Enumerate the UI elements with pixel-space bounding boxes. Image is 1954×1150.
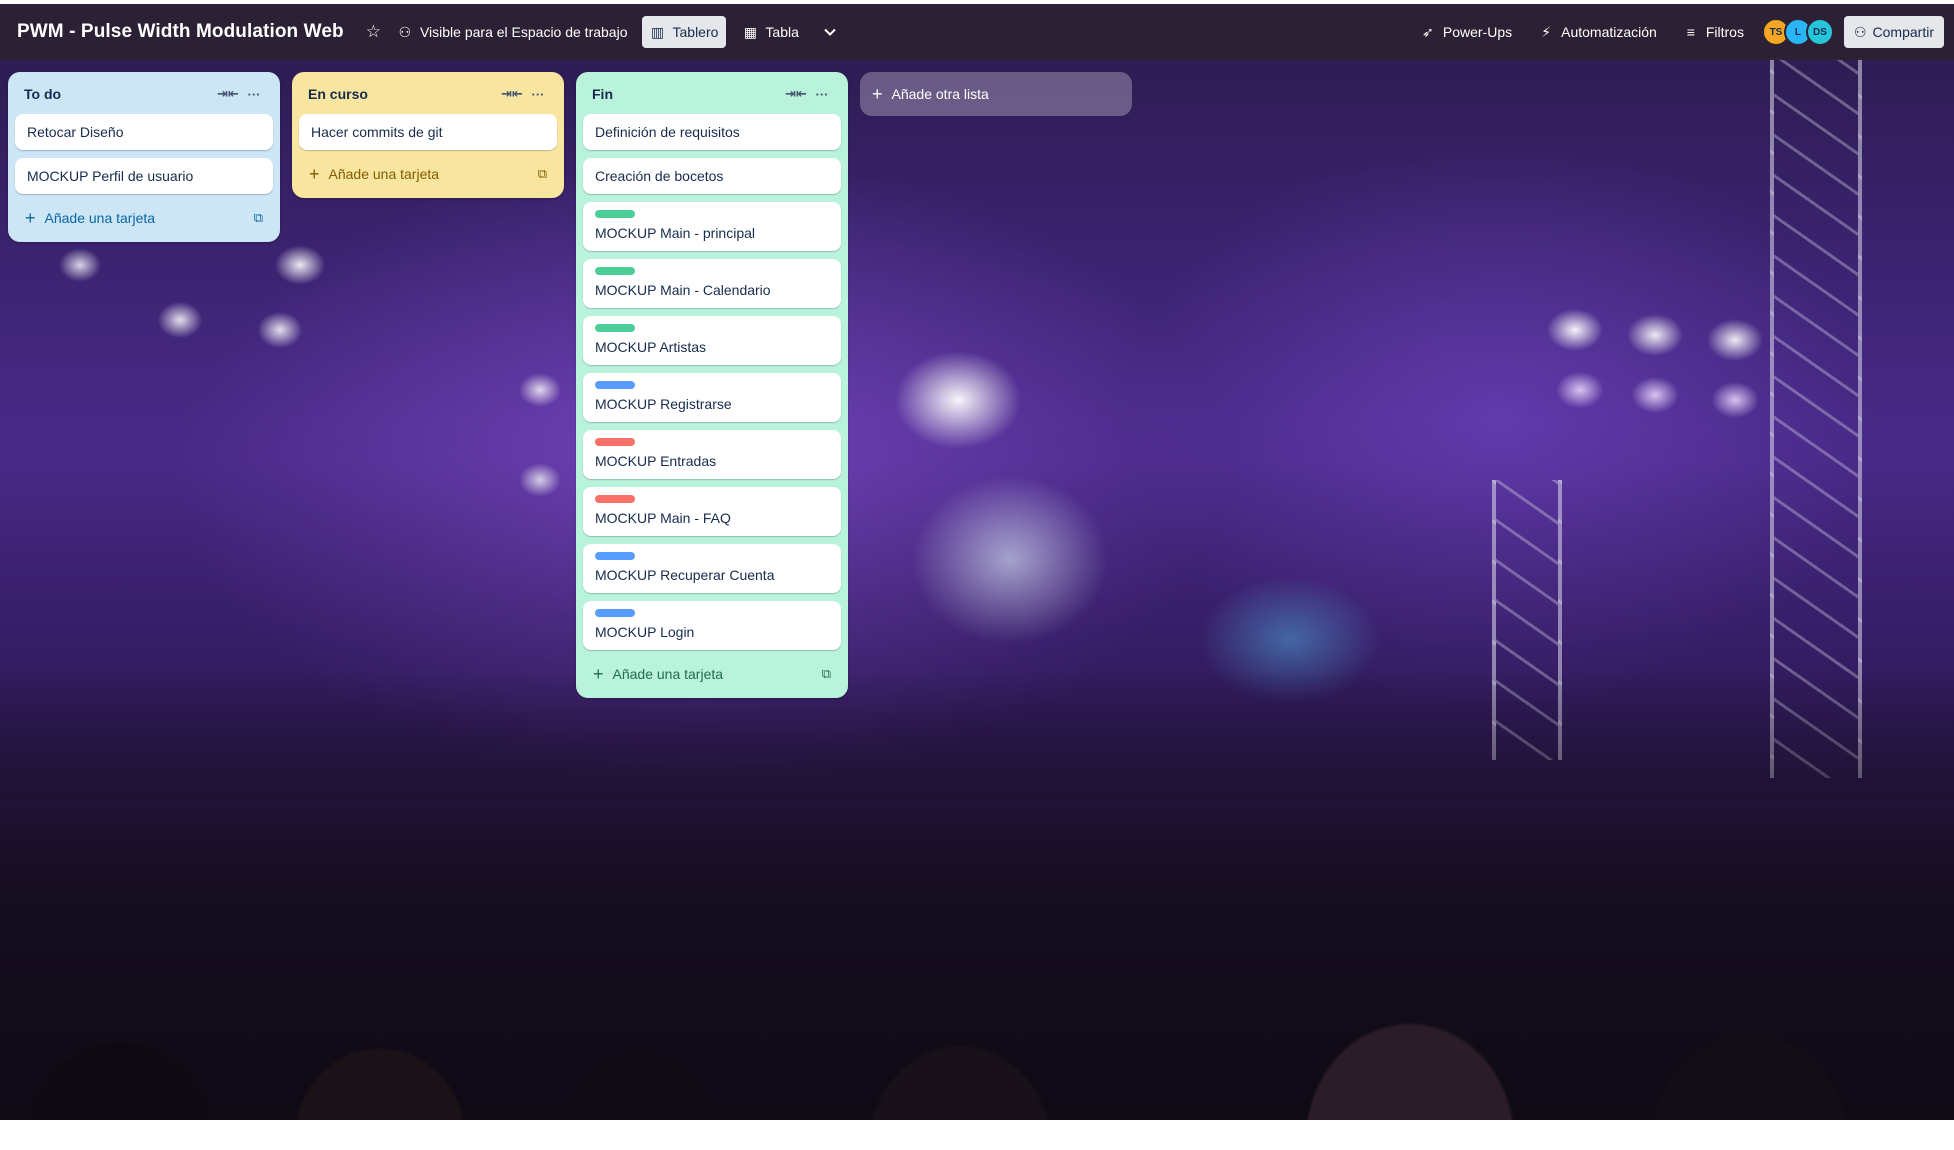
card-title: Creación de bocetos <box>595 168 724 184</box>
card[interactable]: MOCKUP Main - principal <box>583 202 841 251</box>
template-icon[interactable]: ⧉ <box>254 210 263 226</box>
list-fin[interactable]: Fin ⇥⇤ ··· Definición de requisitos Crea… <box>576 72 848 698</box>
filters-button[interactable]: ≡ Filtros <box>1675 16 1752 48</box>
card-label-blue[interactable] <box>595 552 635 560</box>
card-title: Hacer commits de git <box>311 124 443 140</box>
collapse-icon[interactable]: ⇥⇤ <box>215 86 241 102</box>
card-title: MOCKUP Main - Calendario <box>595 282 771 298</box>
people-icon: ⚇ <box>398 23 412 40</box>
rocket-icon: ➶ <box>1422 23 1434 40</box>
list-header: To do ⇥⇤ ··· <box>15 80 273 108</box>
chevron-down-icon <box>824 28 836 36</box>
star-icon[interactable]: ☆ <box>366 22 381 42</box>
list-title[interactable]: Fin <box>592 86 783 102</box>
add-list-button[interactable]: + Añade otra lista <box>860 72 1132 116</box>
list-to-do[interactable]: To do ⇥⇤ ··· Retocar Diseño MOCKUP Perfi… <box>8 72 280 242</box>
board-canvas: To do ⇥⇤ ··· Retocar Diseño MOCKUP Perfi… <box>8 72 1132 698</box>
list-header: Fin ⇥⇤ ··· <box>583 80 841 108</box>
card[interactable]: Retocar Diseño <box>15 114 273 150</box>
share-label: Compartir <box>1872 24 1934 40</box>
view-tab-label: Tablero <box>672 24 719 40</box>
card[interactable]: MOCKUP Registrarse <box>583 373 841 422</box>
card[interactable]: MOCKUP Recuperar Cuenta <box>583 544 841 593</box>
add-card-label: Añade una tarjeta <box>328 166 440 182</box>
filter-icon: ≡ <box>1686 24 1695 40</box>
view-tab-table[interactable]: ▦ Tabla <box>734 16 806 48</box>
share-button[interactable]: ⚇ Compartir <box>1843 16 1944 48</box>
card-title: MOCKUP Perfil de usuario <box>27 168 194 184</box>
card-label-green[interactable] <box>595 210 635 218</box>
card[interactable]: MOCKUP Main - FAQ <box>583 487 841 536</box>
plus-icon: + <box>872 83 883 104</box>
add-card-button[interactable]: + Añade una tarjeta ⧉ <box>15 202 273 234</box>
card-title: MOCKUP Main - principal <box>595 225 756 241</box>
avatar[interactable]: DS <box>1805 18 1834 46</box>
list-title[interactable]: To do <box>24 86 215 102</box>
power-ups-label: Power-Ups <box>1442 24 1513 40</box>
list-en-curso[interactable]: En curso ⇥⇤ ··· Hacer commits de git + A… <box>292 72 564 198</box>
card-title: Retocar Diseño <box>27 124 124 140</box>
card[interactable]: Creación de bocetos <box>583 158 841 194</box>
card[interactable]: MOCKUP Artistas <box>583 316 841 365</box>
card-title: MOCKUP Registrarse <box>595 396 732 412</box>
board-icon: ▥ <box>650 23 665 40</box>
card-title: Definición de requisitos <box>595 124 740 140</box>
add-card-label: Añade una tarjeta <box>612 666 724 682</box>
add-list-label: Añade otra lista <box>891 86 989 102</box>
plus-icon: + <box>309 164 320 184</box>
card-label-green[interactable] <box>595 324 635 332</box>
collapse-icon[interactable]: ⇥⇤ <box>499 86 525 102</box>
card-label-red[interactable] <box>595 438 635 446</box>
more-options-icon[interactable]: ··· <box>241 87 267 102</box>
card-title: MOCKUP Login <box>595 624 695 640</box>
background-crowd <box>0 670 1954 1150</box>
lightning-icon: ⚡ <box>1541 23 1552 40</box>
add-card-button[interactable]: + Añade una tarjeta ⧉ <box>299 158 557 190</box>
card-title: MOCKUP Main - FAQ <box>595 510 731 526</box>
card[interactable]: MOCKUP Perfil de usuario <box>15 158 273 194</box>
automation-label: Automatización <box>1561 24 1657 40</box>
board-title[interactable]: PWM - Pulse Width Modulation Web <box>17 21 344 43</box>
table-icon: ▦ <box>743 23 758 40</box>
board-header: PWM - Pulse Width Modulation Web ☆ ⚇ Vis… <box>0 0 1954 60</box>
add-person-icon: ⚇ <box>1853 23 1867 40</box>
card-label-blue[interactable] <box>595 609 635 617</box>
more-options-icon[interactable]: ··· <box>525 87 551 102</box>
filters-label: Filtros <box>1705 24 1744 40</box>
power-ups-button[interactable]: ➶ Power-Ups <box>1412 16 1520 48</box>
more-options-icon[interactable]: ··· <box>809 87 835 102</box>
add-card-label: Añade una tarjeta <box>44 210 156 226</box>
card[interactable]: Definición de requisitos <box>583 114 841 150</box>
plus-icon: + <box>25 208 36 228</box>
list-header: En curso ⇥⇤ ··· <box>299 80 557 108</box>
visibility-label: Visible para el Espacio de trabajo <box>419 24 628 40</box>
template-icon[interactable]: ⧉ <box>822 666 831 682</box>
card-label-red[interactable] <box>595 495 635 503</box>
visibility-button[interactable]: ⚇ Visible para el Espacio de trabajo <box>389 16 636 48</box>
view-tab-board[interactable]: ▥ Tablero <box>641 16 727 48</box>
card-label-green[interactable] <box>595 267 635 275</box>
automation-button[interactable]: ⚡ Automatización <box>1530 16 1665 48</box>
list-title[interactable]: En curso <box>308 86 499 102</box>
card[interactable]: MOCKUP Main - Calendario <box>583 259 841 308</box>
views-dropdown-button[interactable] <box>815 16 845 48</box>
card-title: MOCKUP Entradas <box>595 453 717 469</box>
template-icon[interactable]: ⧉ <box>538 166 547 182</box>
card-label-blue[interactable] <box>595 381 635 389</box>
card-title: MOCKUP Artistas <box>595 339 706 355</box>
card[interactable]: MOCKUP Entradas <box>583 430 841 479</box>
bottom-strip <box>0 1120 1954 1150</box>
member-avatars: TS L DS <box>1761 18 1834 46</box>
plus-icon: + <box>593 664 604 684</box>
card[interactable]: MOCKUP Login <box>583 601 841 650</box>
view-tab-label: Tabla <box>765 24 799 40</box>
add-card-button[interactable]: + Añade una tarjeta ⧉ <box>583 658 841 690</box>
card[interactable]: Hacer commits de git <box>299 114 557 150</box>
card-title: MOCKUP Recuperar Cuenta <box>595 567 775 583</box>
collapse-icon[interactable]: ⇥⇤ <box>783 86 809 102</box>
